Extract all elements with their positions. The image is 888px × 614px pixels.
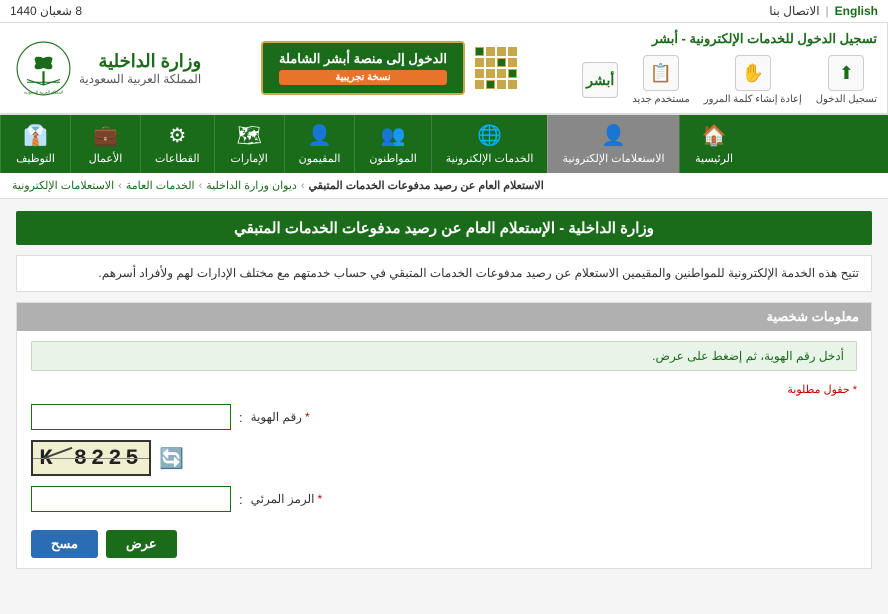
nav-item-emirates[interactable]: 🗺 الإمارات: [214, 115, 284, 173]
logo-text: وزارة الداخلية المملكة العربية السعودية: [79, 51, 201, 86]
section-header: معلومات شخصية: [17, 303, 871, 331]
absher-text: الدخول إلى منصة أبشر الشاملة: [279, 51, 447, 66]
header-area: تسجيل الدخول للخدمات الإلكترونية - أبشر …: [0, 23, 888, 115]
business-icon: 💼: [93, 123, 118, 148]
captcha-text: K 8225: [39, 446, 142, 471]
register-login-icon: ⬆: [828, 55, 864, 91]
breadcrumb-e-inquiry[interactable]: الاستعلامات الإلكترونية: [12, 179, 114, 192]
emirates-icon: 🗺: [236, 123, 261, 148]
nav-label-business: الأعمال: [89, 152, 123, 165]
home-icon: 🏠: [702, 123, 727, 148]
nav-label-sectors: القطاعات: [155, 152, 200, 165]
top-bar-left: English | الاتصال بنا: [769, 4, 878, 18]
breadcrumb-public-services[interactable]: الخدمات العامة: [126, 179, 195, 192]
main-content: وزارة الداخلية - الإستعلام العام عن رصيد…: [0, 199, 888, 581]
nav-label-recruitment: التوظيف: [16, 152, 55, 165]
section-card: معلومات شخصية أدخل رقم الهوية، ثم إضغط ع…: [16, 302, 872, 569]
section-body: أدخل رقم الهوية، ثم إضغط على عرض. * حقول…: [17, 331, 871, 568]
refresh-captcha-icon[interactable]: 🔄: [159, 446, 184, 471]
citizens-icon: 👥: [381, 123, 406, 148]
nav-bar: 🏠 الرئيسية 👤 الاستعلامات الإلكترونية 🌐 ا…: [0, 115, 888, 173]
top-bar-right: 8 شعبان 1440: [10, 4, 82, 18]
page-title: وزارة الداخلية - الإستعلام العام عن رصيد…: [16, 211, 872, 245]
login-section: تسجيل الدخول للخدمات الإلكترونية - أبشر …: [558, 23, 888, 113]
breadcrumb-sep3: ›: [301, 180, 305, 192]
nav-item-residents[interactable]: 👤 المقيمون: [284, 115, 355, 173]
absher-dots-logo: [475, 47, 517, 89]
nav-item-e-inquiry[interactable]: 👤 الاستعلامات الإلكترونية: [547, 115, 678, 173]
absher-logo-item[interactable]: أبشر: [582, 62, 618, 98]
captcha-label: * الرمز المرئي: [251, 492, 323, 506]
new-user-icon: 📋: [643, 55, 679, 91]
e-inquiry-icon: 👤: [601, 123, 626, 148]
contact-label: الاتصال بنا: [769, 4, 819, 18]
captcha-input[interactable]: [31, 486, 231, 512]
reset-password-label: إعادة إنشاء كلمة المرور: [704, 94, 802, 105]
id-colon: :: [239, 410, 243, 425]
login-title: تسجيل الدخول للخدمات الإلكترونية - أبشر: [568, 31, 877, 47]
logo-container: وزارة الداخلية المملكة العربية السعودية …: [16, 41, 201, 96]
date-label: 8 شعبان 1440: [10, 4, 82, 18]
ministry-name: وزارة الداخلية: [79, 51, 201, 72]
page-description: تتيح هذه الخدمة الإلكترونية للمواطنين وا…: [16, 255, 872, 292]
nav-label-e-inquiry: الاستعلامات الإلكترونية: [562, 152, 664, 165]
captcha-image: K 8225: [31, 440, 151, 476]
country-name: المملكة العربية السعودية: [79, 72, 201, 86]
register-login-label: تسجيل الدخول: [816, 94, 877, 105]
nav-item-business[interactable]: 💼 الأعمال: [70, 115, 140, 173]
nav-item-e-services[interactable]: 🌐 الخدمات الإلكترونية: [431, 115, 548, 173]
new-user-item[interactable]: 📋 مستخدم جديد: [632, 55, 689, 105]
id-label: * رقم الهوية: [251, 410, 310, 424]
register-login-item[interactable]: ⬆ تسجيل الدخول: [816, 55, 877, 105]
absher-logo-icon: أبشر: [582, 62, 618, 98]
display-button[interactable]: عرض: [106, 530, 177, 558]
reset-password-item[interactable]: ✋ إعادة إنشاء كلمة المرور: [704, 55, 802, 105]
login-icons: ⬆ تسجيل الدخول ✋ إعادة إنشاء كلمة المرور…: [568, 55, 877, 105]
nav-item-citizens[interactable]: 👥 المواطنون: [354, 115, 430, 173]
form-fields: * رقم الهوية : 🔄 K 8225: [31, 404, 857, 558]
id-number-row: * رقم الهوية :: [31, 404, 310, 430]
residents-icon: 👤: [307, 123, 332, 148]
new-user-label: مستخدم جديد: [632, 94, 689, 105]
nav-label-emirates: الإمارات: [230, 152, 267, 165]
breadcrumb-sep2: ›: [199, 180, 203, 192]
breadcrumb-sep1: ›: [118, 180, 122, 192]
svg-text:المملكة العربية السعودية: المملكة العربية السعودية: [24, 89, 63, 94]
id-number-input[interactable]: [31, 404, 231, 430]
english-link[interactable]: English: [835, 4, 878, 18]
nav-item-home[interactable]: 🏠 الرئيسية: [679, 115, 749, 173]
captcha-input-row: * الرمز المرئي :: [31, 486, 322, 512]
required-note: * حقول مطلوبة: [31, 383, 857, 396]
breadcrumb-current: الاستعلام العام عن رصيد مدفوعات الخدمات …: [309, 179, 544, 192]
reset-password-icon: ✋: [735, 55, 771, 91]
nav-item-sectors[interactable]: ⚙ القطاعات: [140, 115, 214, 173]
e-services-icon: 🌐: [477, 123, 502, 148]
breadcrumb-dewan[interactable]: ديوان وزارة الداخلية: [206, 179, 297, 192]
recruitment-icon: 👔: [23, 123, 48, 148]
nav-label-e-services: الخدمات الإلكترونية: [446, 152, 534, 165]
logo-section: وزارة الداخلية المملكة العربية السعودية …: [0, 23, 220, 113]
saudi-emblem: المملكة العربية السعودية: [16, 41, 71, 96]
top-bar: English | الاتصال بنا 8 شعبان 1440: [0, 0, 888, 23]
form-buttons: عرض مسح: [31, 530, 177, 558]
nav-item-recruitment[interactable]: 👔 التوظيف: [0, 115, 70, 173]
breadcrumb: الاستعلام العام عن رصيد مدفوعات الخدمات …: [0, 173, 888, 199]
nav-label-residents: المقيمون: [299, 152, 341, 165]
top-bar-divider: |: [826, 4, 829, 18]
info-note: أدخل رقم الهوية، ثم إضغط على عرض.: [31, 341, 857, 371]
nav-label-home: الرئيسية: [695, 152, 733, 165]
absher-banner: الدخول إلى منصة أبشر الشاملة نسخة تجريبي…: [220, 23, 558, 113]
absher-card[interactable]: الدخول إلى منصة أبشر الشاملة نسخة تجريبي…: [261, 41, 465, 95]
sectors-icon: ⚙: [168, 123, 186, 148]
clear-button[interactable]: مسح: [31, 530, 98, 558]
captcha-colon: :: [239, 492, 243, 507]
absher-trial-badge: نسخة تجريبية: [279, 70, 447, 85]
captcha-row: 🔄 K 8225: [31, 440, 184, 476]
nav-label-citizens: المواطنون: [369, 152, 416, 165]
